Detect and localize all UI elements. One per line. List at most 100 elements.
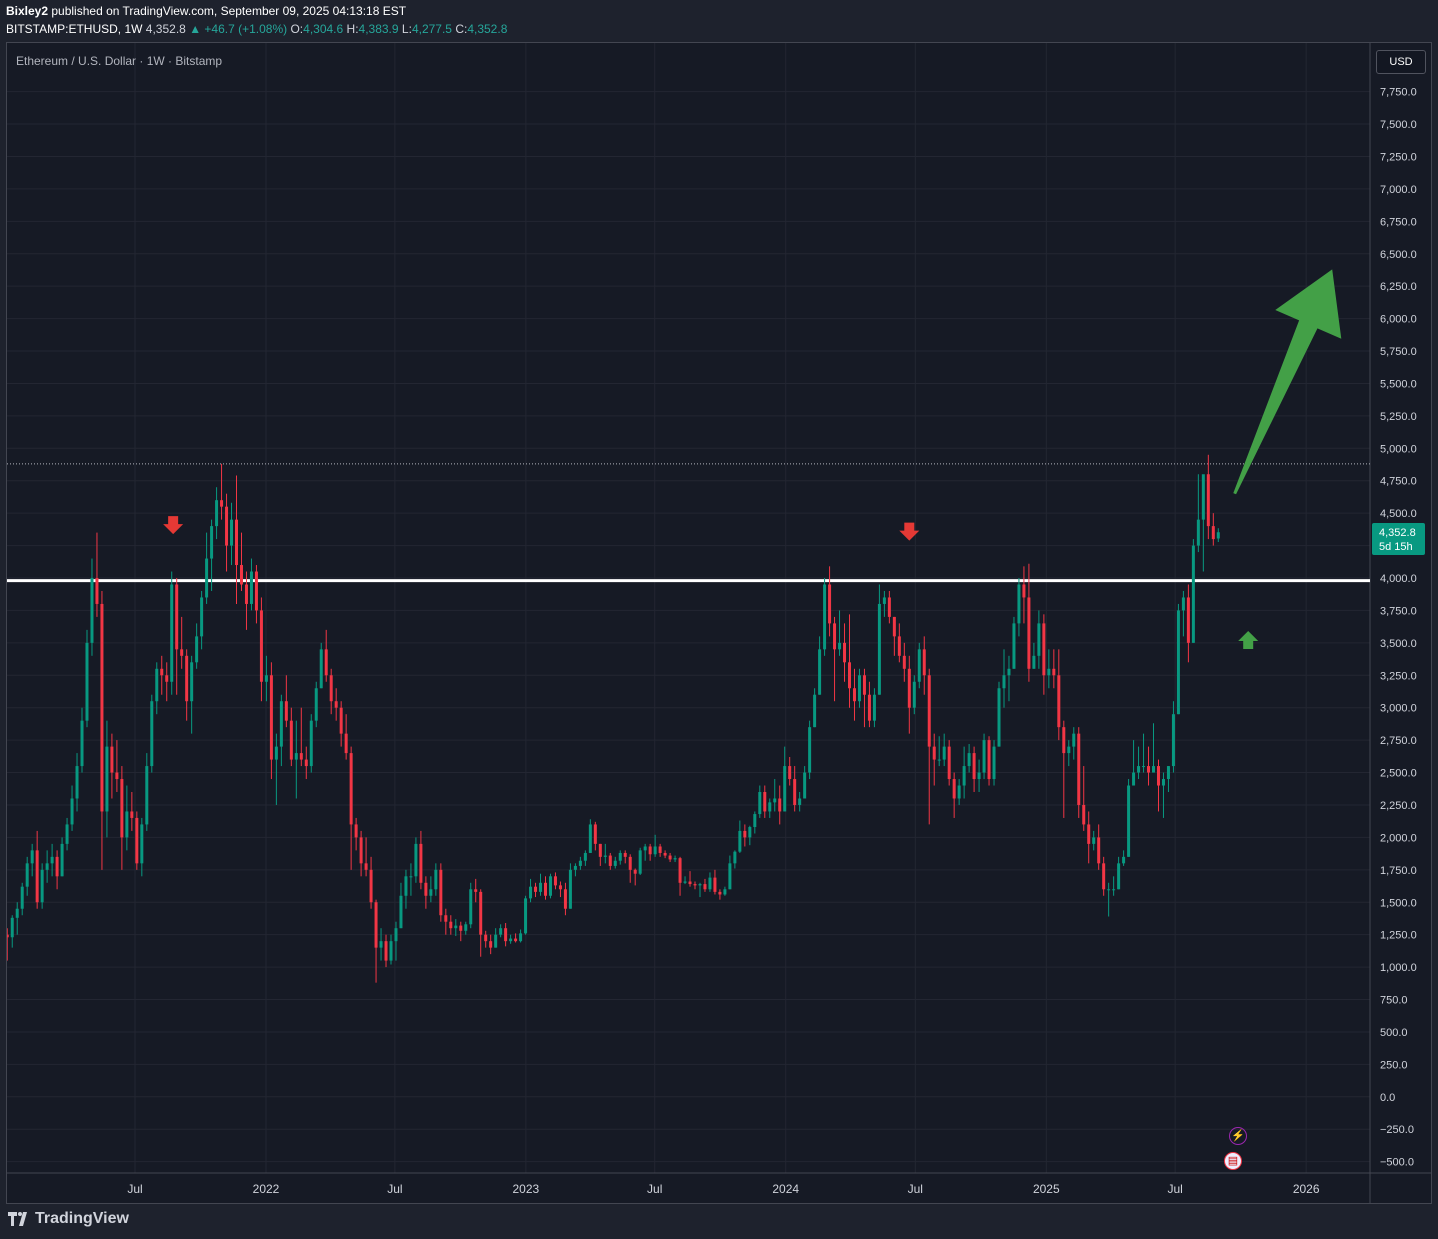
candle-body (324, 649, 328, 676)
target-arrow-icon (1233, 269, 1342, 495)
candle-body (185, 655, 189, 702)
y-tick-label: 6,500.0 (1380, 249, 1417, 261)
candle-body (279, 701, 283, 747)
candle-body (1102, 863, 1106, 890)
candle-body (678, 858, 682, 883)
candle-body (384, 941, 388, 961)
candle-body (663, 852, 667, 856)
candle-body (225, 506, 229, 546)
candle-body (125, 811, 129, 838)
candle-body (195, 636, 199, 663)
candle-body (1022, 584, 1026, 598)
event-icon-lightning[interactable]: ⚡ (1229, 1127, 1247, 1145)
y-tick-label: −250.0 (1380, 1124, 1414, 1136)
candle-body (977, 772, 981, 780)
candle-body (304, 759, 308, 767)
candle-body (180, 649, 184, 656)
x-tick-label: Jul (1167, 1182, 1182, 1196)
candle-body (668, 855, 672, 860)
y-tick-label: 6,250.0 (1380, 281, 1417, 293)
candle-body (1112, 889, 1116, 891)
candle-body (818, 649, 822, 695)
candle-body (329, 675, 333, 702)
y-tick-label: 5,000.0 (1380, 443, 1417, 455)
candle-body (1171, 714, 1175, 767)
candle-body (887, 597, 891, 617)
candlestick-chart[interactable]: 7,750.0 7,500.0 7,250.0 7,000.0 6,750.0 6,500… (7, 43, 1431, 1203)
candle-body (907, 668, 911, 708)
high-value: 4,383.9 (358, 22, 399, 36)
candle-body (514, 938, 518, 942)
candle-body (937, 759, 941, 761)
candle-body (563, 889, 567, 909)
symbol-label[interactable]: BITSTAMP:ETHUSD, 1W (6, 22, 142, 36)
y-tick-label: 1,250.0 (1380, 930, 1417, 942)
candle-body (1191, 545, 1195, 643)
candle-body (414, 843, 418, 877)
currency-button[interactable]: USD (1376, 50, 1426, 74)
candle-body (299, 753, 303, 760)
y-tick-label: 7,500.0 (1380, 119, 1417, 131)
candle-body (1216, 532, 1220, 539)
publish-info: Bixley2 published on TradingView.com, Se… (6, 4, 406, 18)
candle-body (843, 642, 847, 663)
candle-body (135, 817, 139, 864)
candle-body (1067, 746, 1071, 754)
y-tick-label: 7,000.0 (1380, 184, 1417, 196)
candle-body (459, 925, 463, 931)
candle-body (593, 824, 597, 844)
candle-body (15, 908, 19, 918)
tradingview-logo[interactable]: TradingView (8, 1210, 129, 1228)
candle-body (1077, 733, 1081, 805)
y-tick-label: 6,000.0 (1380, 314, 1417, 326)
candle-body (449, 921, 453, 929)
candle-body (862, 675, 866, 695)
candle-body (349, 753, 353, 825)
candle-body (543, 882, 547, 896)
candle-body (1087, 824, 1091, 844)
candle-body (429, 889, 433, 896)
candle-body (952, 779, 956, 799)
event-icon-us-flag[interactable]: ▤ (1224, 1152, 1242, 1170)
candle-body (852, 688, 856, 702)
candle-body (738, 830, 742, 852)
candle-body (553, 876, 557, 886)
candle-body (1152, 766, 1156, 773)
candle-body (369, 869, 373, 903)
candle-body (230, 519, 234, 546)
candle-body (588, 824, 592, 853)
candle-body (274, 746, 278, 760)
candle-body (75, 766, 79, 799)
candle-body (1097, 837, 1101, 864)
candle-body (648, 846, 652, 855)
candle-body (40, 869, 44, 903)
candle-body (1052, 668, 1056, 676)
candle-body (748, 827, 752, 838)
candle-body (828, 584, 832, 624)
close-value: 4,352.8 (467, 22, 508, 36)
sell-arrow-icon (163, 516, 184, 535)
candle-body (798, 798, 802, 805)
candle-body (658, 846, 662, 853)
candle-body (235, 519, 239, 566)
candle-body (743, 830, 747, 838)
candle-body (548, 876, 552, 896)
candle-body (1027, 597, 1031, 669)
candle-body (439, 869, 443, 916)
y-tick-label: 5,750.0 (1380, 346, 1417, 358)
candle-body (917, 649, 921, 682)
chart-panel[interactable]: 7,750.0 7,500.0 7,250.0 7,000.0 6,750.0 6,500… (6, 42, 1432, 1204)
candle-body (568, 869, 572, 909)
candle-body (200, 597, 204, 637)
y-tick-label: 5,500.0 (1380, 378, 1417, 390)
published-text: published on TradingView.com, September … (48, 4, 407, 18)
chart-legend-title[interactable]: Ethereum / U.S. Dollar · 1W · Bitstamp (16, 54, 222, 68)
author-name[interactable]: Bixley2 (6, 4, 48, 18)
candle-body (1137, 766, 1141, 773)
last-price: 4,352.8 (145, 22, 186, 36)
price-change: ▲ +46.7 (+1.08%) (189, 22, 288, 36)
candle-body (35, 850, 39, 903)
candle-body (778, 798, 782, 812)
candle-body (1201, 474, 1205, 520)
candle-body (758, 792, 762, 815)
